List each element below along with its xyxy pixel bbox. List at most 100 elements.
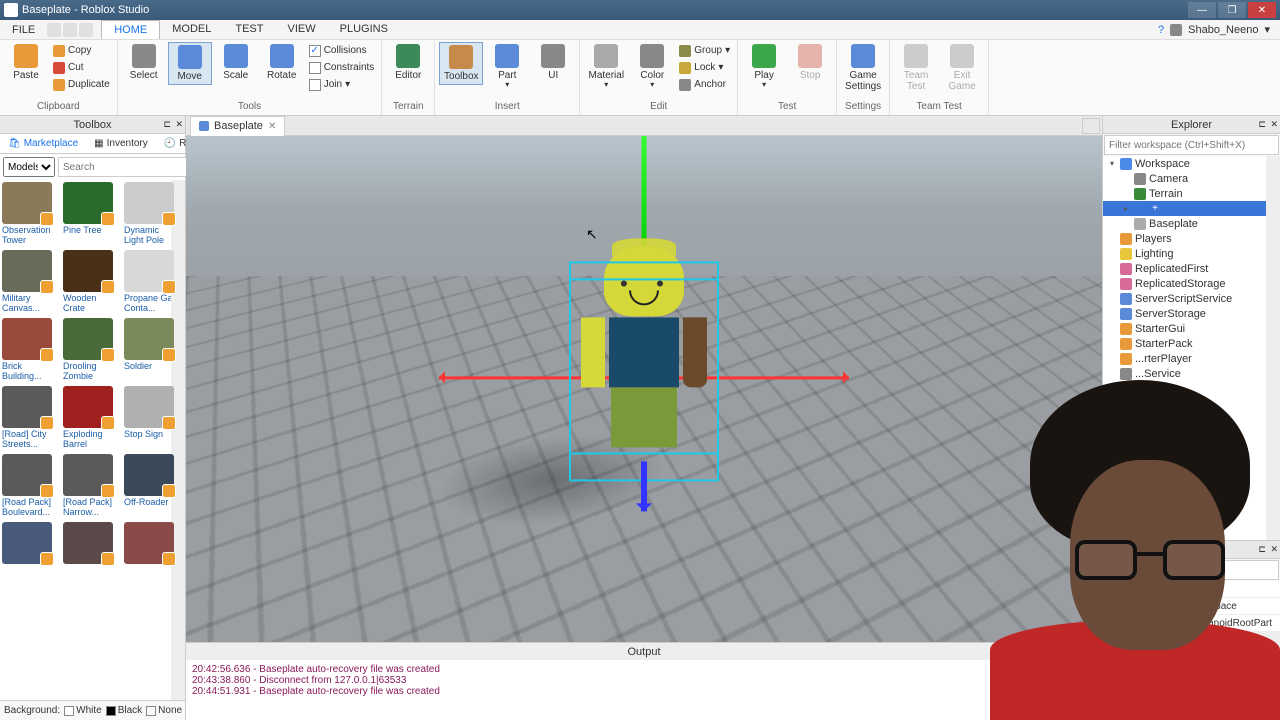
doc-tab-baseplate[interactable]: Baseplate ✕ (190, 116, 285, 136)
menu-tab-model[interactable]: MODEL (160, 20, 223, 39)
copy-button[interactable]: Copy (50, 42, 113, 59)
maximize-button[interactable]: ❐ (1218, 2, 1246, 18)
toolbox-search-input[interactable] (59, 158, 199, 176)
color-button[interactable]: Color▾ (630, 42, 674, 92)
tree-node[interactable]: ReplicatedFirst (1103, 261, 1280, 276)
viewport-restore-icon[interactable] (1082, 118, 1100, 134)
scale-button[interactable]: Scale (214, 42, 258, 83)
toolbox-item[interactable]: Military Canvas... (2, 250, 58, 316)
minimize-button[interactable]: — (1188, 2, 1216, 18)
collisions-toggle[interactable]: ✓Collisions (306, 42, 378, 59)
toolbox-pin-icon[interactable]: ⊏ (163, 119, 171, 130)
tree-node[interactable]: Baseplate (1103, 216, 1280, 231)
property-row[interactable]: ...le✓ (1103, 649, 1280, 666)
toolbox-button[interactable]: Toolbox (439, 42, 483, 85)
tree-node[interactable]: ServerStorage (1103, 306, 1280, 321)
explorer-filter-input[interactable] (1105, 136, 1278, 154)
close-button[interactable]: ✕ (1248, 2, 1276, 18)
toolbox-item[interactable]: Observation Tower (2, 182, 58, 248)
tree-node[interactable]: Terrain (1103, 186, 1280, 201)
tree-node[interactable]: StarterPack (1103, 336, 1280, 351)
property-row[interactable]: ...PartHumanoidRootPart (1103, 615, 1280, 632)
property-row[interactable]: ...or (1103, 632, 1280, 649)
paste-button[interactable]: Paste (4, 42, 48, 83)
property-row[interactable]: Model (1103, 581, 1280, 598)
group-button[interactable]: Group ▾ (676, 42, 733, 59)
qat-undo-icon[interactable] (63, 23, 77, 37)
tree-node[interactable]: StarterGui (1103, 321, 1280, 336)
toolbox-item[interactable] (63, 522, 119, 588)
user-dropdown-icon[interactable]: ▾ (1264, 23, 1270, 36)
selected-character[interactable]: ● ● (569, 261, 719, 481)
select-button[interactable]: Select (122, 42, 166, 83)
tree-node[interactable]: ...rterPlayer (1103, 351, 1280, 366)
title-bar: Baseplate - Roblox Studio — ❐ ✕ (0, 0, 1280, 20)
tree-node[interactable]: ▸+ (1103, 201, 1280, 216)
properties-close-icon[interactable]: ✕ (1270, 544, 1278, 555)
bg-none-option[interactable]: None (146, 705, 182, 716)
stop-button[interactable]: Stop (788, 42, 832, 83)
lock-button[interactable]: Lock ▾ (676, 59, 733, 76)
material-button[interactable]: Material▾ (584, 42, 628, 92)
tree-node[interactable]: Players (1103, 231, 1280, 246)
toolbox-item[interactable]: Exploding Barrel (63, 386, 119, 452)
part-button[interactable]: Part▾ (485, 42, 529, 92)
explorer-scrollbar[interactable] (1266, 156, 1280, 540)
team-test-button[interactable]: Team Test (894, 42, 938, 94)
move-axis-z[interactable] (641, 461, 647, 511)
toolbox-close-icon[interactable]: ✕ (175, 119, 183, 130)
explorer-pin-icon[interactable]: ⊏ (1258, 119, 1266, 130)
help-icon[interactable]: ? (1158, 24, 1164, 36)
explorer-panel: Explorer ⊏ ✕ ▾WorkspaceCameraTerrain▸+Ba… (1103, 116, 1280, 540)
toolbox-item[interactable]: Drooling Zombie (63, 318, 119, 384)
toolbox-item[interactable] (2, 522, 58, 588)
toolbox-item[interactable]: [Road Pack] Narrow... (63, 454, 119, 520)
qat-save-icon[interactable] (47, 23, 61, 37)
toolbox-title-bar: Toolbox ⊏ ✕ (0, 116, 185, 134)
move-button[interactable]: Move (168, 42, 212, 85)
toolbox-item[interactable]: Wooden Crate (63, 250, 119, 316)
qat-redo-icon[interactable] (79, 23, 93, 37)
toolbox-item[interactable]: Brick Building... (2, 318, 58, 384)
menu-tab-test[interactable]: TEST (223, 20, 275, 39)
ui-button[interactable]: UI (531, 42, 575, 83)
properties-filter-input[interactable] (1105, 561, 1278, 579)
tree-node[interactable]: ReplicatedStorage (1103, 276, 1280, 291)
file-menu[interactable]: FILE (4, 22, 43, 38)
selection-bounding-box (569, 261, 719, 481)
toolbox-item[interactable]: [Road] City Streets... (2, 386, 58, 452)
property-row[interactable]: Workspace (1103, 598, 1280, 615)
output-log[interactable]: 20:42:56.636 - Baseplate auto-recovery f… (186, 660, 1102, 720)
cut-button[interactable]: Cut (50, 59, 113, 76)
toolbox-item[interactable]: Pine Tree (63, 182, 119, 248)
toolbox-category-select[interactable]: Models (3, 157, 55, 177)
bg-black-option[interactable]: Black (106, 705, 142, 716)
menu-tab-home[interactable]: HOME (101, 20, 160, 39)
tree-node[interactable]: ▾Workspace (1103, 156, 1280, 171)
menu-tab-view[interactable]: VIEW (275, 20, 327, 39)
tab-marketplace[interactable]: 🛍Marketplace (0, 134, 86, 153)
tree-node[interactable]: ...Service (1103, 366, 1280, 381)
menu-tab-plugins[interactable]: PLUGINS (328, 20, 400, 39)
tree-node[interactable]: Lighting (1103, 246, 1280, 261)
toolbox-item[interactable]: [Road Pack] Boulevard... (2, 454, 58, 520)
username-label: Shabo_Neeno (1188, 24, 1258, 36)
game-settings-button[interactable]: Game Settings (841, 42, 885, 94)
viewport-3d[interactable]: ● ● ↖ (186, 136, 1102, 642)
play-button[interactable]: Play▾ (742, 42, 786, 92)
explorer-close-icon[interactable]: ✕ (1270, 119, 1278, 130)
user-avatar-icon[interactable] (1170, 24, 1182, 36)
properties-pin-icon[interactable]: ⊏ (1258, 544, 1266, 555)
anchor-button[interactable]: Anchor (676, 76, 733, 93)
tree-node[interactable]: Camera (1103, 171, 1280, 186)
doc-tab-close-icon[interactable]: ✕ (268, 121, 276, 132)
terrain-editor-button[interactable]: Editor (386, 42, 430, 83)
tab-inventory[interactable]: ▦Inventory (86, 134, 156, 153)
rotate-button[interactable]: Rotate (260, 42, 304, 83)
constraints-toggle[interactable]: Constraints (306, 59, 378, 76)
bg-white-option[interactable]: White (64, 705, 102, 716)
tree-node[interactable]: ServerScriptService (1103, 291, 1280, 306)
duplicate-button[interactable]: Duplicate (50, 76, 113, 93)
exit-game-button[interactable]: Exit Game (940, 42, 984, 94)
join-toggle[interactable]: Join ▾ (306, 76, 378, 93)
